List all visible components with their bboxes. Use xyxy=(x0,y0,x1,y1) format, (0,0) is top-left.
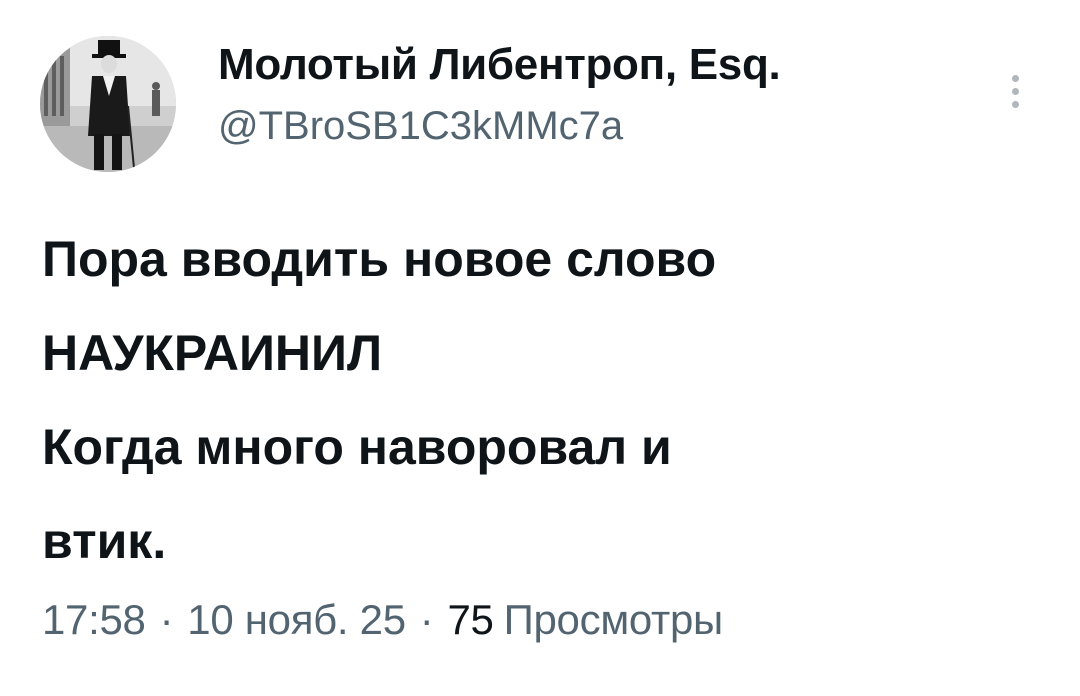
author-handle[interactable]: @TBroSB1C3kMMc7a xyxy=(218,104,623,149)
avatar[interactable] xyxy=(40,36,176,172)
tweet-text-line: Когда много наворовал и xyxy=(42,419,672,475)
more-vertical-icon xyxy=(1011,74,1019,82)
author-display-name[interactable]: Молотый Либентроп, Esq. xyxy=(218,40,781,90)
meta-separator: · xyxy=(159,596,174,643)
avatar-photo xyxy=(40,36,176,172)
tweet-text-line: НАУКРАИНИЛ xyxy=(42,325,383,381)
tweet-text: Пора вводить новое слово НАУКРАИНИЛ Когд… xyxy=(42,212,1042,588)
more-vertical-icon xyxy=(1011,87,1019,95)
more-vertical-icon xyxy=(1011,100,1019,108)
more-options-button[interactable] xyxy=(1000,66,1030,116)
views-count[interactable]: 75 xyxy=(447,596,493,643)
tweet-date[interactable]: 10 нояб. 25 xyxy=(187,596,406,643)
views-label[interactable]: Просмотры xyxy=(504,596,724,643)
tweet-meta: 17:58 · 10 нояб. 25 · 75 Просмотры xyxy=(42,596,723,644)
tweet-text-line: Пора вводить новое слово xyxy=(42,231,717,287)
tweet-text-line: втик. xyxy=(42,513,167,569)
tweet-time[interactable]: 17:58 xyxy=(42,596,146,643)
meta-separator: · xyxy=(419,596,434,643)
tweet-card: Молотый Либентроп, Esq. @TBroSB1C3kMMc7a… xyxy=(0,0,1080,696)
